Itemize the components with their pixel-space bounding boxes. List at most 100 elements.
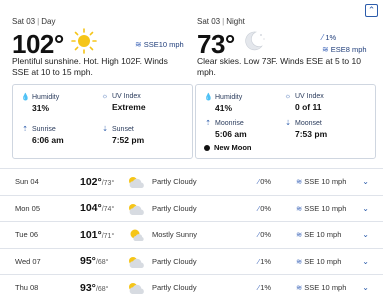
night-wind: ≋ ESE8 mph: [322, 45, 367, 54]
sunrise-label: Sunrise: [32, 125, 56, 133]
chevron-down-icon[interactable]: ⌄: [362, 177, 369, 186]
moon-phase: New Moon: [204, 143, 252, 152]
moonrise-label: Moonrise: [215, 119, 244, 127]
night-humidity: 💧 Humidity 41%: [204, 93, 243, 114]
moonset-label: Moonset: [295, 119, 322, 127]
new-moon-icon: [204, 144, 210, 151]
moonset-icon: ⇣: [285, 120, 291, 127]
wind-icon: ≋: [322, 45, 329, 54]
forecast-high: 95°: [80, 255, 96, 268]
uv-icon: ☼: [284, 93, 292, 100]
wind-icon: ≋: [296, 256, 303, 266]
forecast-condition: Partly Cloudy: [152, 203, 197, 213]
wind-icon: ≋: [135, 40, 142, 49]
forecast-row[interactable]: Mon 05 104°/74° Partly Cloudy ⁄0% ≋ SSE 1…: [0, 194, 383, 222]
chevron-down-icon[interactable]: ⌄: [362, 230, 369, 239]
forecast-row[interactable]: Sun 04 102°/73° Partly Cloudy ⁄0% ≋ SSE 1…: [0, 168, 383, 195]
forecast-condition: Partly Cloudy: [152, 177, 197, 187]
sunset-icon: ⇣: [102, 126, 108, 133]
night-label: Night: [226, 17, 245, 26]
night-precip-value: 1%: [325, 33, 337, 42]
moon-icon: [245, 31, 265, 51]
day-wind: ≋ SSE10 mph: [135, 40, 184, 49]
night-description-line1: Clear skies. Low 73F. Winds ESE at 5 to …: [197, 56, 361, 66]
wind-icon: ≋: [296, 230, 303, 240]
forecast-low: /68°: [95, 285, 109, 293]
wind-icon: ≋: [296, 177, 303, 187]
forecast-precip-value: 0%: [260, 230, 272, 240]
day-panel: Sat 03 | Day 102° ≋ SSE10 mph Plentiful sun…: [12, 0, 193, 165]
forecast-precip: ⁄0%: [258, 177, 271, 186]
precip-icon: ⁄: [322, 33, 324, 42]
forecast-temp: 102°/73°: [80, 176, 114, 188]
night-panel: Sat 03 | Night 73° ⁄ 1% ≋ ESE8 mph Clear ski…: [195, 0, 376, 165]
day-details-card: 💧 Humidity 31% ☼ UV Index Extreme ⇡ Sunrise…: [12, 84, 193, 159]
moonset-value: 7:53 pm: [295, 129, 328, 139]
partly-cloudy-icon: [129, 203, 144, 215]
chevron-down-icon[interactable]: ⌄: [362, 257, 369, 266]
forecast-row[interactable]: Tue 06 101°/71° Mostly Sunny ⁄0% ≋ SE 10 …: [0, 221, 383, 248]
forecast-wind: ≋ SSE 10 mph: [296, 204, 346, 213]
day-humidity: 💧 Humidity 31%: [21, 93, 60, 114]
forecast-precip: ⁄1%: [258, 283, 271, 292]
day-description-line1: Plentiful sunshine. Hot. High 102F. Wind…: [12, 56, 168, 66]
forecast-wind: ≋ SE 10 mph: [296, 230, 341, 239]
sunny-icon: [71, 28, 97, 54]
uv-value: Extreme: [112, 102, 146, 112]
forecast-low: /71°: [101, 232, 115, 240]
chevron-down-icon[interactable]: ⌄: [362, 283, 369, 292]
forecast-wind-value: SE 10 mph: [304, 256, 342, 266]
night-date: Sat 03: [197, 17, 221, 26]
wind-icon: ≋: [296, 203, 303, 213]
day-description: Plentiful sunshine. Hot. High 102F. Wind…: [12, 56, 168, 78]
forecast-day: Thu 08: [15, 283, 39, 293]
forecast-wind: ≋ SSE 10 mph: [296, 283, 346, 292]
night-wind-value: ESE8 mph: [330, 45, 367, 54]
forecast-condition: Partly Cloudy: [152, 283, 197, 293]
forecast-day: Wed 07: [15, 256, 41, 266]
humidity-label: Humidity: [32, 93, 60, 101]
sunset-label: Sunset: [112, 125, 134, 133]
night-moonrise: ⇡ Moonrise 5:06 am: [204, 119, 247, 140]
wind-icon: ≋: [296, 283, 303, 293]
uv-value: 0 of 11: [295, 102, 322, 112]
night-details-card: 💧 Humidity 41% ☼ UV Index 0 of 11 ⇡ Moonris…: [195, 84, 376, 159]
day-sunrise: ⇡ Sunrise 6:06 am: [21, 125, 64, 146]
forecast-wind: ≋ SSE 10 mph: [296, 177, 346, 186]
forecast-high: 104°: [80, 202, 102, 215]
night-description: Clear skies. Low 73F. Winds ESE at 5 to …: [197, 56, 361, 78]
forecast-precip-value: 1%: [260, 256, 272, 266]
day-sunset: ⇣ Sunset 7:52 pm: [101, 125, 144, 146]
forecast-row[interactable]: Wed 07 95°/68° Partly Cloudy ⁄1% ≋ SE 10 …: [0, 247, 383, 275]
forecast-condition: Partly Cloudy: [152, 256, 197, 266]
forecast-high: 102°: [80, 175, 102, 188]
partly-cloudy-icon: [129, 283, 144, 294]
forecast-day: Mon 05: [15, 203, 41, 213]
day-description-line2: SSE at 10 to 15 mph.: [12, 67, 93, 77]
day-period-header: Sat 03 | Day: [12, 17, 55, 26]
forecast-wind-value: SSE 10 mph: [304, 177, 347, 187]
forecast-wind-value: SE 10 mph: [304, 230, 342, 240]
forecast-precip-value: 0%: [260, 177, 272, 187]
night-period-header: Sat 03 | Night: [197, 17, 245, 26]
humidity-label: Humidity: [215, 93, 243, 101]
forecast-wind-value: SSE 10 mph: [304, 203, 347, 213]
chevron-down-icon[interactable]: ⌄: [362, 204, 369, 213]
day-date: Sat 03: [12, 17, 36, 26]
night-moonset: ⇣ Moonset 7:53 pm: [284, 119, 328, 140]
forecast-list: Sun 04 102°/73° Partly Cloudy ⁄0% ≋ SSE 1…: [0, 168, 383, 300]
forecast-precip: ⁄1%: [258, 257, 271, 266]
uv-label: UV Index: [295, 93, 324, 100]
moonrise-icon: ⇡: [205, 120, 211, 127]
forecast-high: 101°: [80, 228, 102, 241]
forecast-wind-value: SSE 10 mph: [304, 283, 347, 293]
night-precip: ⁄ 1%: [322, 33, 336, 42]
day-uv: ☼ UV Index Extreme: [101, 93, 146, 112]
day-wind-value: SSE10 mph: [143, 40, 184, 49]
forecast-low: /68°: [95, 259, 109, 267]
humidity-value: 31%: [32, 103, 50, 113]
forecast-row[interactable]: Thu 08 93°/68° Partly Cloudy ⁄1% ≋ SSE 10…: [0, 274, 383, 300]
forecast-precip: ⁄0%: [258, 230, 271, 239]
forecast-precip: ⁄0%: [258, 204, 271, 213]
forecast-high: 93°: [80, 281, 96, 294]
